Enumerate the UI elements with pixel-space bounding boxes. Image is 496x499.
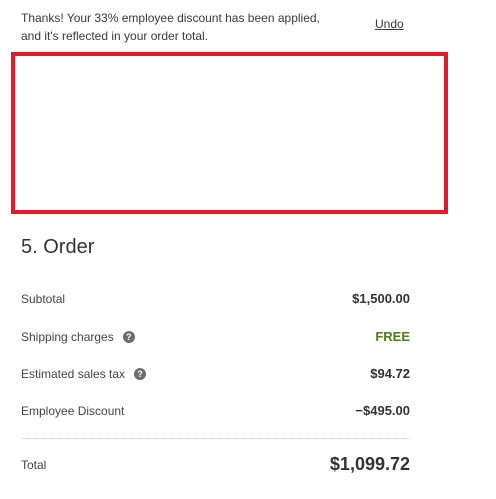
subtotal-row: Subtotal $1,500.00 [21,288,410,310]
sales-tax-value: $94.72 [370,366,410,381]
total-label: Total [21,458,47,472]
total-row: Total $1,099.72 [21,454,410,484]
highlight-box [11,52,448,214]
sales-tax-row: Estimated sales tax ? $94.72 [21,363,410,385]
total-divider [21,438,410,439]
employee-discount-value: −$495.00 [355,403,410,418]
order-section-title: 5. Order [21,236,95,258]
sales-tax-help-icon[interactable]: ? [134,368,147,380]
employee-discount-label: Employee Discount [21,404,125,418]
shipping-row: Shipping charges ? FREE [21,326,410,348]
employee-discount-row: Employee Discount −$495.00 [21,400,410,422]
subtotal-value: $1,500.00 [352,291,410,306]
shipping-label: Shipping charges ? [21,326,135,348]
shipping-value: FREE [375,329,410,344]
discount-notice-text: Thanks! Your 33% employee discount has b… [21,11,320,43]
sales-tax-label: Estimated sales tax ? [21,363,147,385]
total-value: $1,099.72 [329,454,410,474]
shipping-help-icon[interactable]: ? [122,331,135,343]
subtotal-label: Subtotal [21,292,66,306]
undo-link[interactable]: Undo [375,17,404,31]
